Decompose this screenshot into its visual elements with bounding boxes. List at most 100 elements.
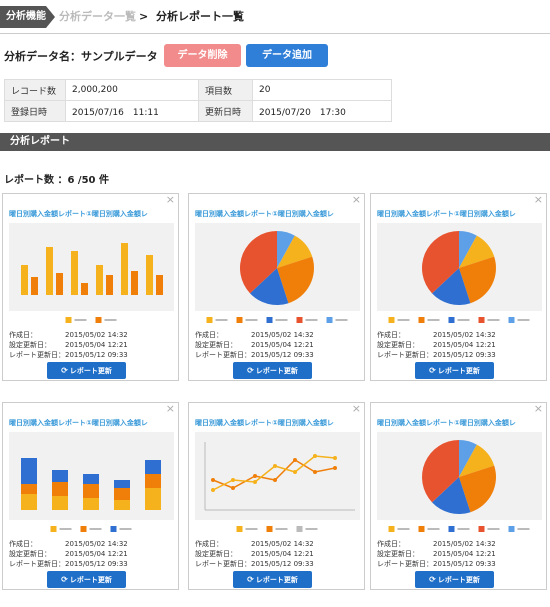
chart-bar	[83, 484, 99, 498]
legend-swatch	[296, 317, 303, 323]
report-title[interactable]: 曜日別購入金額レポート①曜日別購入金額レ	[377, 209, 542, 219]
breadcrumb-separator: >	[139, 10, 149, 23]
legend-text	[305, 319, 318, 321]
setting-updated-value: 2015/05/04 12:21	[251, 341, 314, 349]
legend-text	[119, 528, 132, 530]
report-chart	[195, 223, 360, 311]
legend-text	[427, 528, 440, 530]
legend-svg	[388, 526, 530, 532]
created-label: 作成日：	[377, 540, 405, 548]
legend-text	[487, 528, 500, 530]
report-title[interactable]: 曜日別購入金額レポート①曜日別購入金額レ	[9, 418, 174, 428]
chart-bar	[52, 470, 68, 482]
report-title[interactable]: 曜日別購入金額レポート①曜日別購入金額レ	[9, 209, 174, 219]
report-meta: 作成日： 2015/05/02 14:32 設定更新日： 2015/05/04 12…	[9, 539, 128, 569]
chart-bar	[114, 500, 130, 510]
legend-text	[275, 528, 288, 530]
close-icon[interactable]: ×	[534, 194, 543, 205]
chart-bar	[52, 482, 68, 496]
legend-svg	[50, 526, 132, 532]
created-label: 作成日：	[9, 540, 37, 548]
legend-swatch	[448, 526, 455, 532]
report-updated-value: 2015/05/12 09:33	[65, 351, 128, 359]
chart-point	[333, 466, 337, 470]
update-report-button[interactable]: ⟳ レポート更新	[415, 362, 494, 379]
report-chart	[9, 432, 174, 520]
data-name-title: 分析データ名：サンプルデータ	[4, 50, 158, 63]
legend-text	[335, 319, 348, 321]
update-report-button[interactable]: ⟳ レポート更新	[47, 362, 126, 379]
refresh-icon: ⟳	[247, 366, 254, 375]
report-card: × 曜日別購入金額レポート①曜日別購入金額レ 作成日： 2015/05/02 14…	[2, 402, 179, 590]
report-title[interactable]: 曜日別購入金額レポート①曜日別購入金額レ	[377, 418, 542, 428]
report-updated-value: 2015/05/12 09:33	[433, 351, 496, 359]
setting-updated-label: 設定更新日：	[377, 550, 419, 558]
created-value: 2015/05/02 14:32	[65, 540, 128, 548]
update-report-button[interactable]: ⟳ レポート更新	[415, 571, 494, 588]
update-report-label: レポート更新	[255, 367, 298, 375]
update-report-label: レポート更新	[255, 576, 298, 584]
legend-swatch	[388, 526, 395, 532]
chart-point	[231, 486, 235, 490]
setting-updated-label: 設定更新日：	[195, 550, 237, 558]
setting-updated-value: 2015/05/04 12:21	[433, 550, 496, 558]
legend-swatch	[326, 317, 333, 323]
report-chart	[9, 223, 174, 311]
chart-point	[273, 464, 277, 468]
registered-label: 登録日時	[4, 100, 66, 122]
breadcrumb-data-list[interactable]: 分析データ一覧	[59, 6, 136, 28]
legend-swatch	[236, 526, 243, 532]
chart-bar	[31, 277, 38, 295]
report-title[interactable]: 曜日別購入金額レポート①曜日別購入金額レ	[195, 418, 360, 428]
chart-bar	[21, 484, 37, 494]
legend-swatch	[110, 526, 117, 532]
chart-svg	[21, 458, 161, 510]
report-card: × 曜日別購入金額レポート①曜日別購入金額レ 作成日： 2015/05/02 14…	[370, 193, 547, 381]
report-meta: 作成日： 2015/05/02 14:32 設定更新日： 2015/05/04 12…	[195, 539, 314, 569]
legend-swatch	[508, 317, 515, 323]
legend-svg	[388, 317, 530, 323]
close-icon[interactable]: ×	[534, 403, 543, 414]
report-title[interactable]: 曜日別購入金額レポート①曜日別購入金額レ	[195, 209, 360, 219]
chart-bar	[114, 488, 130, 500]
chart-point	[333, 456, 337, 460]
legend-swatch	[296, 526, 303, 532]
chart-bar	[46, 247, 53, 295]
chart-bar	[131, 271, 138, 295]
chart-bar	[156, 275, 163, 295]
chart-svg	[21, 243, 163, 295]
delete-data-button[interactable]: データ削除	[164, 44, 241, 67]
update-report-button[interactable]: ⟳ レポート更新	[233, 362, 312, 379]
section-title: 分析レポート	[0, 133, 550, 151]
add-data-button[interactable]: データ追加	[246, 44, 328, 67]
close-icon[interactable]: ×	[166, 403, 175, 414]
legend-text	[59, 528, 72, 530]
close-icon[interactable]: ×	[352, 403, 361, 414]
legend-text	[215, 319, 228, 321]
legend-text	[397, 319, 410, 321]
chart-point	[293, 458, 297, 462]
report-chart	[377, 432, 542, 520]
chart-bar	[56, 273, 63, 295]
legend-svg	[206, 317, 348, 323]
report-card: × 曜日別購入金額レポート①曜日別購入金額レ 作成日： 2015/05/02 14…	[370, 402, 547, 590]
update-report-button[interactable]: ⟳ レポート更新	[47, 571, 126, 588]
breadcrumb-current: 分析レポート一覧	[156, 10, 244, 23]
close-icon[interactable]: ×	[166, 194, 175, 205]
refresh-icon: ⟳	[61, 366, 68, 375]
chart-legend	[195, 520, 360, 532]
close-icon[interactable]: ×	[352, 194, 361, 205]
breadcrumb-root[interactable]: 分析機能	[0, 6, 46, 28]
update-report-button[interactable]: ⟳ レポート更新	[233, 571, 312, 588]
report-card: × 曜日別購入金額レポート①曜日別購入金額レ 作成日： 2015/05/02 14…	[188, 193, 365, 381]
record-count-label: レコード数	[4, 79, 66, 101]
legend-swatch	[388, 317, 395, 323]
update-report-label: レポート更新	[437, 576, 480, 584]
report-updated-value: 2015/05/12 09:33	[433, 560, 496, 568]
legend-swatch	[418, 317, 425, 323]
updated-label: 更新日時	[198, 100, 253, 122]
chart-point	[211, 488, 215, 492]
legend-svg	[65, 317, 117, 323]
legend-swatch	[478, 526, 485, 532]
report-updated-label: レポート更新日：	[195, 351, 251, 359]
